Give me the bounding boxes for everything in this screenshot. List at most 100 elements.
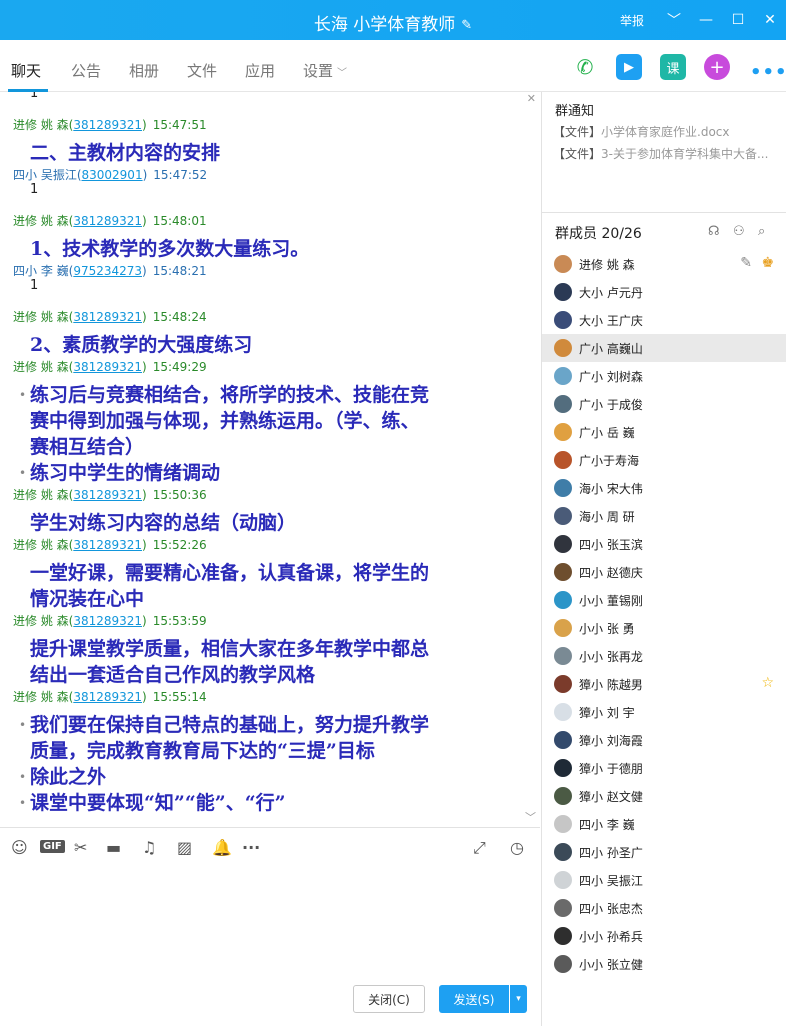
bullet-icon: •	[19, 388, 27, 402]
sender-qq-link[interactable]: 975234273	[73, 264, 142, 278]
member-item[interactable]: 广小 于成俊	[542, 390, 786, 418]
member-item[interactable]: 小小 张 勇	[542, 614, 786, 642]
member-item[interactable]: 小小 孙希兵	[542, 922, 786, 950]
sender-qq-link[interactable]: 83002901	[82, 168, 143, 182]
member-item[interactable]: 广小 高巍山	[542, 334, 786, 362]
add-app-icon[interactable]: +	[704, 54, 730, 80]
member-item[interactable]: 獐小 刘 宇	[542, 698, 786, 726]
sender-name[interactable]: 进修 姚 森(	[13, 690, 73, 704]
sender-name[interactable]: 进修 姚 森(	[13, 310, 73, 324]
member-item[interactable]: 獐小 赵文健	[542, 782, 786, 810]
close-window-button[interactable]: ✕	[754, 12, 786, 28]
gif-icon[interactable]: GIF	[40, 840, 65, 853]
member-item[interactable]: 广小 刘树森	[542, 362, 786, 390]
tab-settings[interactable]: 设置 ﹀	[303, 60, 347, 81]
member-name: 四小 赵德庆	[579, 566, 643, 580]
send-button[interactable]: 发送(S)	[439, 985, 509, 1013]
star-icon: ☆	[761, 675, 774, 691]
sender-name[interactable]: 进修 姚 森(	[13, 614, 73, 628]
member-name: 獐小 陈越男	[579, 678, 643, 692]
file-name: 小学体育家庭作业.docx	[601, 125, 730, 139]
send-options-button[interactable]: ▾	[510, 985, 527, 1013]
member-item[interactable]: 海小 周 研	[542, 502, 786, 530]
edit-card-icon[interactable]: ✎	[740, 255, 752, 271]
member-item[interactable]: 小小 董锡刚	[542, 586, 786, 614]
sender-name[interactable]: 四小 李 巍(	[13, 264, 73, 278]
close-button[interactable]: 关闭(C)	[353, 985, 425, 1013]
image-icon[interactable]: ▨	[177, 838, 192, 857]
add-member-icon[interactable]: ⚇	[733, 224, 745, 239]
close-panel-icon[interactable]: ✕	[527, 92, 536, 105]
member-item[interactable]: 广小于寿海	[542, 446, 786, 474]
sender-qq-link[interactable]: 381289321	[73, 360, 142, 374]
member-item[interactable]: 广小 岳 巍	[542, 418, 786, 446]
tab-apps[interactable]: 应用	[245, 60, 275, 81]
chat-history[interactable]: ✕ ﹀ 1 进修 姚 森(381289321) 15:47:51 二、主教材内容的安排…	[0, 92, 540, 827]
report-link[interactable]: 举报	[620, 12, 644, 29]
member-item[interactable]: 进修 姚 森 ✎ ♚	[542, 250, 786, 278]
sender-name[interactable]: 四小 吴振江(	[13, 168, 82, 182]
sender-qq-link[interactable]: 381289321	[73, 310, 142, 324]
notice-file-1[interactable]: 【文件】小学体育家庭作业.docx	[553, 123, 730, 140]
member-item[interactable]: 四小 李 巍	[542, 810, 786, 838]
member-item[interactable]: 四小 张忠杰	[542, 894, 786, 922]
member-item[interactable]: 獐小 陈越男 ☆	[542, 670, 786, 698]
more-icon[interactable]: •••	[750, 62, 786, 83]
avatar	[554, 535, 572, 553]
sender-qq-link[interactable]: 381289321	[73, 538, 142, 552]
sender-name[interactable]: 进修 姚 森(	[13, 118, 73, 132]
sender-qq-link[interactable]: 381289321	[73, 690, 142, 704]
message-text: 赛相互结合）	[30, 436, 145, 458]
member-name: 四小 孙圣广	[579, 846, 643, 860]
minimize-button[interactable]: —	[690, 12, 722, 28]
member-item[interactable]: 四小 孙圣广	[542, 838, 786, 866]
folder-icon[interactable]: ▬	[106, 838, 121, 857]
scissors-icon[interactable]: ✂	[74, 838, 87, 857]
scroll-down-icon[interactable]: ﹀	[525, 809, 536, 825]
more-tools-icon[interactable]: ···	[242, 838, 260, 857]
maximize-button[interactable]: ☐	[722, 12, 754, 28]
history-icon[interactable]: ◷	[510, 838, 524, 857]
member-item[interactable]: 海小 宋大伟	[542, 474, 786, 502]
members-title: 群成员 20/26	[555, 226, 642, 242]
member-item[interactable]: 四小 赵德庆	[542, 558, 786, 586]
member-item[interactable]: 大小 王广庆	[542, 306, 786, 334]
search-icon[interactable]: ⌕	[758, 224, 765, 239]
emoji-icon[interactable]: ☺	[11, 838, 28, 857]
tab-announcement[interactable]: 公告	[71, 60, 101, 81]
member-item[interactable]: 四小 吴振江	[542, 866, 786, 894]
collapse-icon[interactable]: ﹀	[658, 10, 690, 30]
message-text: 课堂中要体现“知”“能”、“行”	[30, 792, 286, 814]
music-icon[interactable]: ♫	[142, 838, 156, 857]
message-header: 进修 姚 森(381289321) 15:47:51	[13, 116, 207, 133]
member-item[interactable]: 獐小 于德朋	[542, 754, 786, 782]
sender-qq-link[interactable]: 381289321	[73, 118, 142, 132]
edit-title-icon[interactable]: ✎	[461, 18, 472, 33]
sender-name[interactable]: 进修 姚 森(	[13, 488, 73, 502]
bullet-icon: •	[19, 796, 27, 810]
member-item[interactable]: 獐小 刘海霞	[542, 726, 786, 754]
message-input[interactable]	[0, 867, 540, 977]
notice-file-2[interactable]: 【文件】3-关于参加体育学科集中大备...	[553, 145, 768, 162]
sender-name[interactable]: 进修 姚 森(	[13, 360, 73, 374]
expand-icon[interactable]: ⤢	[473, 838, 486, 858]
member-item[interactable]: 小小 张立健	[542, 950, 786, 978]
sender-qq-link[interactable]: 381289321	[73, 614, 142, 628]
owner-icon: ♚	[761, 255, 774, 271]
member-item[interactable]: 大小 卢元丹	[542, 278, 786, 306]
bell-icon[interactable]: 🔔	[212, 838, 232, 857]
tab-chat[interactable]: 聊天	[11, 60, 41, 81]
sender-name[interactable]: 进修 姚 森(	[13, 538, 73, 552]
member-item[interactable]: 小小 张再龙	[542, 642, 786, 670]
video-call-icon[interactable]: ▶	[616, 54, 642, 80]
sender-qq-link[interactable]: 381289321	[73, 214, 142, 228]
sender-qq-link[interactable]: 381289321	[73, 488, 142, 502]
sender-name[interactable]: 进修 姚 森(	[13, 214, 73, 228]
member-name: 四小 李 巍	[579, 818, 635, 832]
tab-files[interactable]: 文件	[187, 60, 217, 81]
voice-chat-icon[interactable]: ☊	[708, 224, 720, 239]
class-icon[interactable]: 课	[660, 54, 686, 80]
tab-album[interactable]: 相册	[129, 60, 159, 81]
phone-call-icon[interactable]: ✆	[572, 54, 598, 80]
member-item[interactable]: 四小 张玉滨	[542, 530, 786, 558]
